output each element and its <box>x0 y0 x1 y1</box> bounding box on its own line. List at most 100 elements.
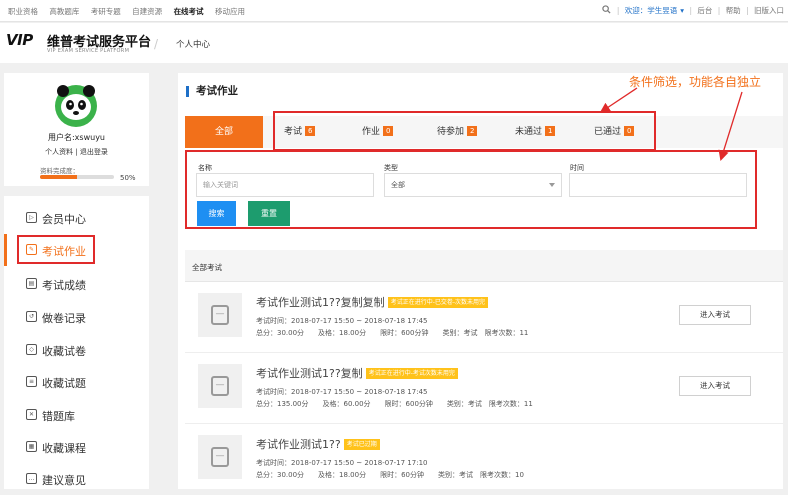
divider: | <box>616 6 620 15</box>
caret-down-icon[interactable]: ▾ <box>680 6 684 15</box>
type-filter-label: 类型 <box>384 164 398 172</box>
status-badge: 考试正在进行中-考试次数未用完 <box>365 368 458 379</box>
sidebar-item-label: 会员中心 <box>42 213 86 226</box>
course-icon: ▦ <box>26 441 37 452</box>
site-header: VIP 维普考试服务平台 VIP EXAM SERVICE PLATFORM /… <box>0 23 788 63</box>
enter-exam-button[interactable]: 进入考试 <box>679 376 751 396</box>
profile-completion-fill <box>40 175 77 179</box>
profile-links: 个人资料 | 退出登录 <box>4 147 149 157</box>
divider: | <box>746 6 749 15</box>
sidebar-item-label: 做卷记录 <box>42 312 86 325</box>
top-nav: 职业资格 高教题库 考研专题 自建资源 在线考试 移动应用 <box>8 6 254 17</box>
member-icon: ▷ <box>26 212 37 223</box>
breadcrumb-separator: / <box>154 37 159 51</box>
exam-time: 考试时间：2018-07-17 15:50 ~ 2018-07-18 17:45 <box>256 317 428 325</box>
welcome-user-dropdown[interactable]: 欢迎：学生昱语 <box>625 6 678 15</box>
time-filter-label: 时间 <box>570 164 584 172</box>
exam-title-line: 考试作业测试1?? 考试已过期 <box>256 436 380 452</box>
annotation-highlight-box <box>17 235 95 264</box>
top-nav-item[interactable]: 自建资源 <box>132 7 162 16</box>
tab-all[interactable]: 全部 <box>185 116 263 148</box>
history-icon: ↺ <box>26 311 37 322</box>
annotation-highlight-box <box>273 111 656 151</box>
old-version-link[interactable]: 旧版入口 <box>754 6 784 15</box>
tab-label: 全部 <box>214 127 233 137</box>
exam-thumbnail: — <box>198 435 242 479</box>
profile-info-link[interactable]: 个人资料 <box>45 148 73 156</box>
exam-title-line: 考试作业测试1??复制复制 考试正在进行中-已交卷-次数未用完 <box>256 294 489 310</box>
exam-thumbnail: — <box>198 364 242 408</box>
profile-completion-bar <box>40 175 114 179</box>
search-button[interactable]: 搜索 <box>197 201 236 226</box>
sidebar-menu: ▷ 会员中心 ✎ 考试作业 ▤ 考试成绩 ↺ 做卷记录 ◇ 收藏试卷 ≡ 收藏试… <box>4 196 149 489</box>
sidebar-item-paper-history[interactable]: ↺ 做卷记录 <box>4 301 149 333</box>
sidebar-item-label: 收藏试题 <box>42 377 86 390</box>
reset-button[interactable]: 重置 <box>248 201 290 226</box>
divider: | <box>717 6 721 15</box>
exam-title-line: 考试作业测试1??复制 考试正在进行中-考试次数未用完 <box>256 365 458 381</box>
sidebar-item-label: 收藏课程 <box>42 442 86 455</box>
exam-info: 总分：135.00分 及格：60.00分 限时：600分钟 类别：考试 限考次数… <box>256 400 533 408</box>
list-header-title: 全部考试 <box>192 263 222 272</box>
profile-card: 用户名:xswuyu 个人资料 | 退出登录 资料完成度： 50% <box>4 73 149 186</box>
exam-row: — 考试作业测试1??复制复制 考试正在进行中-已交卷-次数未用完 考试时间：20… <box>185 283 783 353</box>
top-nav-item[interactable]: 考研专题 <box>91 7 121 16</box>
document-icon: — <box>211 447 229 467</box>
logout-link[interactable]: 退出登录 <box>80 148 108 156</box>
sidebar-item-feedback[interactable]: … 建议意见 <box>4 463 149 495</box>
sidebar-item-label: 错题库 <box>42 410 75 423</box>
sidebar-item-favorite-courses[interactable]: ▦ 收藏课程 <box>4 431 149 463</box>
logo-subtitle: VIP EXAM SERVICE PLATFORM <box>47 48 130 54</box>
search-icon[interactable] <box>602 5 613 15</box>
favorite-question-icon: ≡ <box>26 376 37 387</box>
score-icon: ▤ <box>26 278 37 289</box>
enter-exam-button[interactable]: 进入考试 <box>679 305 751 325</box>
divider: | <box>75 148 78 156</box>
favorite-paper-icon: ◇ <box>26 344 37 355</box>
sidebar-item-label: 收藏试卷 <box>42 345 86 358</box>
sidebar-item-wrong-questions[interactable]: ✕ 错题库 <box>4 399 149 431</box>
top-nav-item-active[interactable]: 在线考试 <box>174 7 204 16</box>
type-select-value: 全部 <box>391 181 405 189</box>
divider: | <box>689 6 692 15</box>
exam-title[interactable]: 考试作业测试1?? <box>256 438 341 451</box>
type-select[interactable]: 全部 <box>384 173 562 197</box>
name-filter-label: 名称 <box>198 164 212 172</box>
top-bar: 职业资格 高教题库 考研专题 自建资源 在线考试 移动应用 | 欢迎：学生昱语 ▾… <box>0 0 788 22</box>
top-nav-item[interactable]: 移动应用 <box>215 7 245 16</box>
exam-row: — 考试作业测试1??复制 考试正在进行中-考试次数未用完 考试时间：2018-0… <box>185 354 783 424</box>
status-badge: 考试正在进行中-已交卷-次数未用完 <box>387 297 489 308</box>
sidebar-item-exam-scores[interactable]: ▤ 考试成绩 <box>4 268 149 300</box>
status-badge: 考试已过期 <box>343 439 380 450</box>
top-nav-item[interactable]: 高教题库 <box>49 7 79 16</box>
site-logo[interactable]: VIP 维普考试服务平台 VIP EXAM SERVICE PLATFORM <box>6 31 151 57</box>
page-title: 考试作业 <box>186 86 238 97</box>
exam-time: 考试时间：2018-07-17 15:50 ~ 2018-07-17 17:10 <box>256 459 428 467</box>
sidebar-item-member-center[interactable]: ▷ 会员中心 <box>4 202 149 234</box>
annotation-note: 条件筛选，功能各自独立 <box>629 75 762 89</box>
avatar[interactable] <box>51 82 101 128</box>
top-right-links: | 欢迎：学生昱语 ▾ | 后台 | 帮助 | 旧版入口 <box>599 5 784 16</box>
exam-title[interactable]: 考试作业测试1??复制 <box>256 367 363 380</box>
wrong-question-icon: ✕ <box>26 409 37 420</box>
admin-link[interactable]: 后台 <box>697 6 712 15</box>
exam-info: 总分：30.00分 及格：18.00分 限时：60分钟 类别：考试 限考次数：1… <box>256 471 524 479</box>
exam-time: 考试时间：2018-07-17 15:50 ~ 2018-07-18 17:45 <box>256 388 428 396</box>
time-input[interactable] <box>569 173 747 197</box>
exam-thumbnail: — <box>198 293 242 337</box>
document-icon: — <box>211 376 229 396</box>
list-header: 全部考试 <box>185 250 783 282</box>
profile-completion-percent: 50% <box>120 174 136 182</box>
keyword-input[interactable]: 输入关键词 <box>196 173 374 197</box>
profile-completion-label: 资料完成度： <box>40 167 79 175</box>
exam-info: 总分：30.00分 及格：18.00分 限时：600分钟 类别：考试 限考次数：… <box>256 329 529 337</box>
exam-title[interactable]: 考试作业测试1??复制复制 <box>256 296 385 309</box>
sidebar-item-label: 建议意见 <box>42 474 86 487</box>
feedback-icon: … <box>26 473 37 484</box>
help-link[interactable]: 帮助 <box>726 6 741 15</box>
sidebar-item-favorite-questions[interactable]: ≡ 收藏试题 <box>4 366 149 398</box>
username: 用户名:xswuyu <box>47 133 105 142</box>
top-nav-item[interactable]: 职业资格 <box>8 7 38 16</box>
sidebar-item-favorite-papers[interactable]: ◇ 收藏试卷 <box>4 334 149 366</box>
caret-down-icon <box>549 183 555 187</box>
